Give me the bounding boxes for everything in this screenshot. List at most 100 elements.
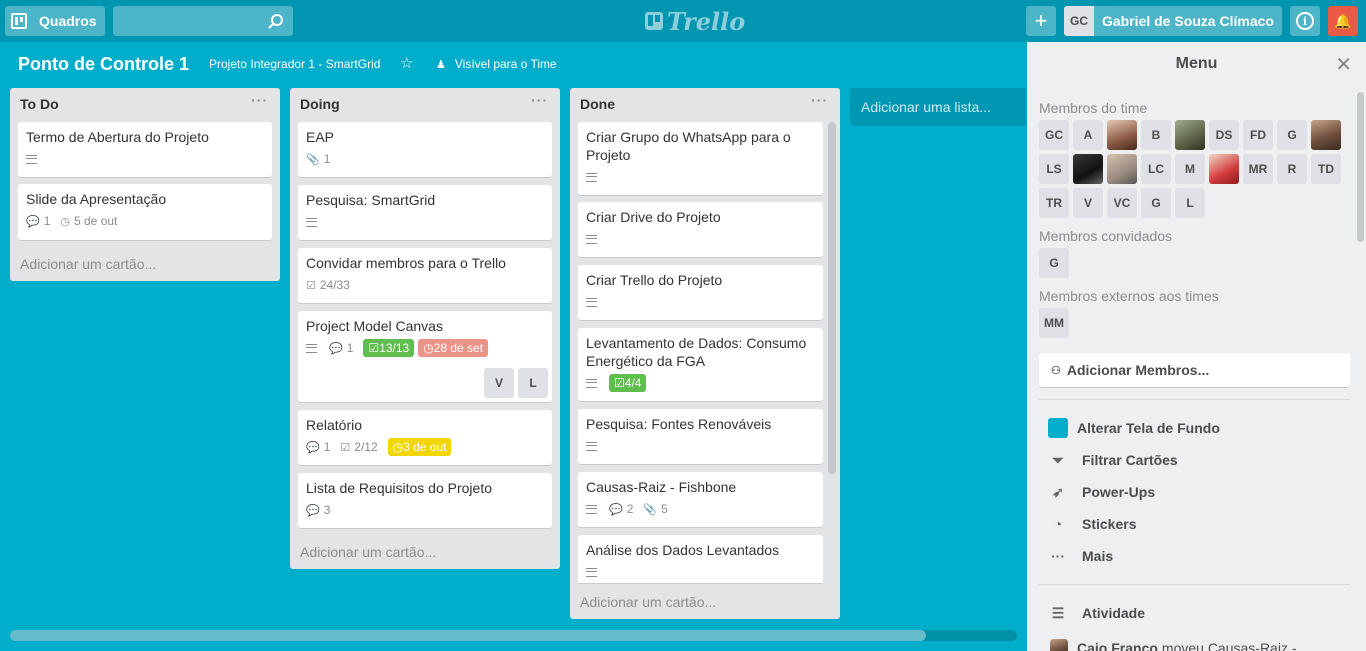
activity-entry[interactable]: Caio Franco moveu Causas-Raiz - — [1050, 639, 1297, 651]
attachment-icon: 📎 — [643, 503, 658, 516]
card[interactable]: Slide da Apresentação 💬 1 ◷ 5 de out — [18, 184, 272, 240]
add-card-link[interactable]: Adicionar um cartão... — [20, 256, 156, 272]
member-avatar[interactable] — [1311, 120, 1341, 150]
boards-label: Quadros — [39, 13, 97, 29]
member-avatar[interactable]: B — [1141, 120, 1171, 150]
card[interactable]: Lista de Requisitos do Projeto 💬 3 — [298, 473, 552, 528]
member-avatar[interactable]: L — [1175, 188, 1205, 218]
member-avatar[interactable]: G — [1141, 188, 1171, 218]
board-team-link[interactable]: Projeto Integrador 1 - SmartGrid — [209, 57, 380, 71]
filter-cards-item[interactable]: ⏷ Filtrar Cartões — [1048, 450, 1177, 470]
divider — [1039, 399, 1350, 400]
member-avatar[interactable]: FD — [1243, 120, 1273, 150]
member-avatar[interactable]: V — [1073, 188, 1103, 218]
user-menu-button[interactable]: GC Gabriel de Souza Clímaco — [1064, 6, 1282, 36]
search-input[interactable] — [113, 6, 293, 36]
member-avatar[interactable] — [1209, 154, 1239, 184]
list-more-icon[interactable]: ··· — [811, 92, 828, 108]
card[interactable]: Análise dos Dados Levantados — [578, 535, 823, 583]
list-more-icon[interactable]: ··· — [531, 92, 548, 108]
trello-logo[interactable]: Trello — [645, 7, 745, 36]
member-avatar[interactable]: TD — [1311, 154, 1341, 184]
menu-title: Menu — [1175, 55, 1218, 72]
card[interactable]: Convidar membros para o Trello ☑ 24/33 — [298, 248, 552, 303]
add-card-link[interactable]: Adicionar um cartão... — [580, 594, 716, 610]
power-ups-item[interactable]: ➶ Power-Ups — [1048, 482, 1155, 502]
card[interactable]: Criar Grupo do WhatsApp para o Projeto — [578, 122, 823, 195]
more-icon: ··· — [1051, 548, 1065, 564]
card-title: Criar Grupo do WhatsApp para o Projeto — [586, 129, 791, 163]
description-icon — [586, 567, 597, 577]
notifications-button[interactable]: 🔔 — [1328, 6, 1358, 36]
checklist-count: 2/12 — [354, 440, 378, 454]
list-more-icon[interactable]: ··· — [251, 92, 268, 108]
card[interactable]: Levantamento de Dados: Consumo Energétic… — [578, 328, 823, 401]
member-avatar[interactable]: LC — [1141, 154, 1171, 184]
member-avatar[interactable]: G — [1039, 248, 1069, 278]
card-title: EAP — [306, 129, 335, 145]
member-avatar[interactable] — [1107, 154, 1137, 184]
card[interactable]: Project Model Canvas 💬 1 ☑ 13/13 ◷ 28 de se… — [298, 311, 552, 402]
star-icon[interactable]: ☆ — [400, 54, 413, 72]
card[interactable]: Pesquisa: SmartGrid — [298, 185, 552, 240]
add-members-label: Adicionar Membros... — [1066, 362, 1210, 378]
visibility-button[interactable]: ♟ Visível para o Time — [436, 57, 557, 71]
member-avatar[interactable]: TR — [1039, 188, 1069, 218]
member-avatar[interactable]: V — [484, 368, 514, 398]
card[interactable]: Relatório 💬 1 ☑ 2/12 ◷ 3 de out — [298, 410, 552, 465]
member-avatar[interactable]: MM — [1039, 308, 1069, 338]
member-avatar[interactable]: R — [1277, 154, 1307, 184]
member-avatar[interactable]: MR — [1243, 154, 1273, 184]
activity-user[interactable]: Caio Franco — [1077, 640, 1158, 651]
menu-scrollbar[interactable] — [1357, 92, 1364, 242]
activity-header[interactable]: ☰ Atividade — [1048, 603, 1145, 623]
card[interactable]: Termo de Abertura do Projeto — [18, 122, 272, 177]
add-card-link[interactable]: Adicionar um cartão... — [300, 544, 436, 560]
change-background-item[interactable]: Alterar Tela de Fundo — [1048, 418, 1220, 438]
board-title[interactable]: Ponto de Controle 1 — [18, 54, 189, 75]
activity-icon: ☰ — [1051, 604, 1065, 621]
description-icon — [306, 343, 317, 353]
member-avatar[interactable]: DS — [1209, 120, 1239, 150]
team-members-label: Membros do time — [1039, 100, 1148, 116]
comment-count: 1 — [323, 440, 331, 454]
boards-icon — [11, 13, 27, 29]
member-avatar[interactable] — [1175, 120, 1205, 150]
member-avatar[interactable]: GC — [1039, 120, 1069, 150]
more-item[interactable]: ··· Mais — [1048, 546, 1113, 566]
horizontal-scrollbar-thumb[interactable] — [10, 630, 926, 641]
list-name: Doing — [300, 96, 340, 112]
clock-icon: ◷ — [392, 440, 404, 454]
member-avatar[interactable]: VC — [1107, 188, 1137, 218]
bell-icon: 🔔 — [1334, 12, 1352, 29]
checklist-icon: ☑ — [340, 441, 351, 454]
member-avatar[interactable] — [1107, 120, 1137, 150]
member-avatar[interactable]: M — [1175, 154, 1205, 184]
member-avatar[interactable]: A — [1073, 120, 1103, 150]
add-list-button[interactable]: Adicionar uma lista... — [850, 88, 1026, 126]
add-button[interactable]: + — [1026, 6, 1056, 36]
stickers-item[interactable]: ◔ Stickers — [1048, 514, 1137, 534]
card-title: Lista de Requisitos do Projeto — [306, 480, 492, 496]
info-button[interactable]: i — [1290, 6, 1320, 36]
list-header[interactable]: Doing ··· — [290, 88, 560, 118]
add-members-button[interactable]: ⚇ Adicionar Membros... — [1039, 353, 1350, 387]
card[interactable]: Pesquisa: Fontes Renováveis — [578, 409, 823, 464]
list-scrollbar[interactable] — [828, 122, 836, 474]
boards-button[interactable]: Quadros — [5, 6, 105, 36]
member-avatar[interactable]: G — [1277, 120, 1307, 150]
card[interactable]: Criar Drive do Projeto — [578, 202, 823, 257]
member-avatar[interactable]: LS — [1039, 154, 1069, 184]
list-name: To Do — [20, 96, 59, 112]
close-icon[interactable]: ✕ — [1335, 52, 1352, 77]
member-avatar[interactable] — [1073, 154, 1103, 184]
card-title: Criar Drive do Projeto — [586, 209, 721, 225]
checklist-count: 13/13 — [379, 341, 410, 355]
card[interactable]: EAP 📎 1 — [298, 122, 552, 177]
clock-icon: ◷ — [60, 215, 70, 228]
card[interactable]: Criar Trello do Projeto — [578, 265, 823, 320]
card[interactable]: Causas-Raiz - Fishbone 💬 2 📎 5 — [578, 472, 823, 527]
list-header[interactable]: Done ··· — [570, 88, 840, 118]
list-header[interactable]: To Do ··· — [10, 88, 280, 118]
member-avatar[interactable]: L — [518, 368, 548, 398]
